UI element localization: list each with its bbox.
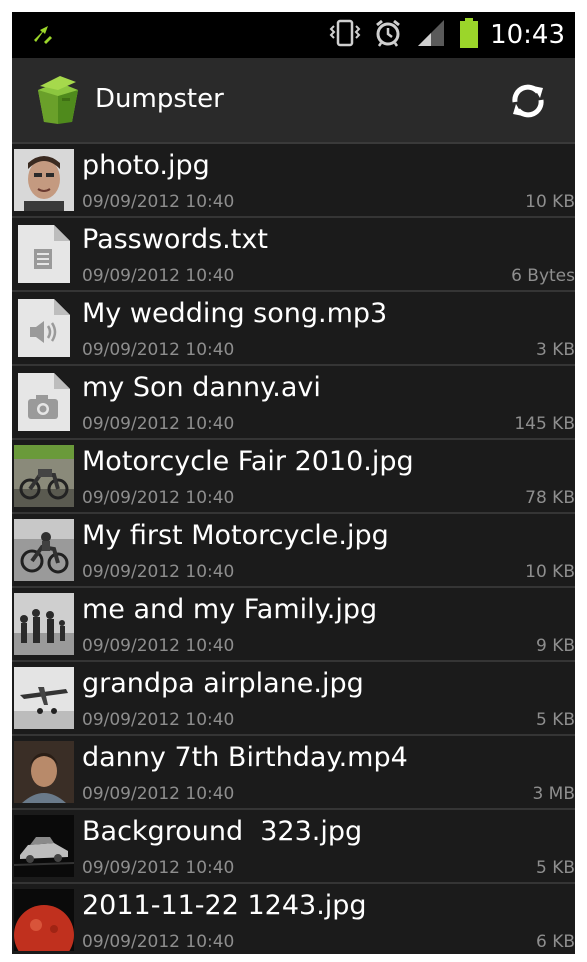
vibrate-icon (328, 18, 362, 52)
file-size: 145 KB (514, 414, 575, 434)
list-item[interactable]: me and my Family.jpg 09/09/2012 10:40 9 … (12, 588, 575, 662)
list-item[interactable]: my Son danny.avi 09/09/2012 10:40 145 KB (12, 366, 575, 440)
file-size: 6 KB (535, 932, 575, 952)
list-item[interactable]: Motorcycle Fair 2010.jpg 09/09/2012 10:4… (12, 440, 575, 514)
clock: 10:43 (490, 20, 565, 50)
file-name: me and my Family.jpg (82, 594, 378, 625)
signal-icon (414, 18, 448, 52)
family-photo-thumbnail (14, 593, 74, 655)
list-item[interactable]: photo.jpg 09/09/2012 10:40 10 KB (12, 144, 575, 218)
list-item[interactable]: My first Motorcycle.jpg 09/09/2012 10:40… (12, 514, 575, 588)
file-date: 09/09/2012 10:40 (82, 266, 235, 286)
file-name: Passwords.txt (82, 224, 268, 255)
motorcycle-bw-photo-thumbnail (14, 519, 74, 581)
file-name: My wedding song.mp3 (82, 298, 388, 329)
list-item[interactable]: Passwords.txt 09/09/2012 10:40 6 Bytes (12, 218, 575, 292)
red-planet-photo-thumbnail (14, 889, 74, 951)
file-size: 78 KB (525, 488, 575, 508)
file-size: 9 KB (535, 636, 575, 656)
file-date: 09/09/2012 10:40 (82, 414, 235, 434)
file-date: 09/09/2012 10:40 (82, 192, 235, 212)
status-bar: 10:43 (12, 12, 575, 58)
dumpster-logo-icon (32, 74, 84, 130)
face-photo-thumbnail (14, 149, 74, 211)
file-size: 6 Bytes (511, 266, 575, 286)
app-title: Dumpster (95, 84, 224, 114)
video-file-icon (14, 371, 74, 433)
file-date: 09/09/2012 10:40 (82, 636, 235, 656)
file-size: 10 KB (525, 192, 575, 212)
file-name: 2011-11-22 1243.jpg (82, 890, 367, 921)
file-name: danny 7th Birthday.mp4 (82, 742, 408, 773)
file-date: 09/09/2012 10:40 (82, 784, 235, 804)
list-item[interactable]: My wedding song.mp3 09/09/2012 10:40 3 K… (12, 292, 575, 366)
list-item[interactable]: grandpa airplane.jpg 09/09/2012 10:40 5 … (12, 662, 575, 736)
battery-icon (460, 18, 479, 52)
usb-debug-icon (30, 22, 56, 52)
file-date: 09/09/2012 10:40 (82, 562, 235, 582)
refresh-icon[interactable] (507, 80, 549, 126)
portrait-photo-thumbnail (14, 741, 74, 803)
airplane-photo-thumbnail (14, 667, 74, 729)
text-file-icon (14, 223, 74, 285)
file-date: 09/09/2012 10:40 (82, 932, 235, 952)
file-date: 09/09/2012 10:40 (82, 710, 235, 730)
file-name: Motorcycle Fair 2010.jpg (82, 446, 414, 477)
phone-screen: 10:43 Dumpster photo.jpg 09/09/2012 10:4… (12, 12, 575, 954)
file-name: photo.jpg (82, 150, 210, 181)
motorcycle-photo-thumbnail (14, 445, 74, 507)
file-list: photo.jpg 09/09/2012 10:40 10 KB Passwor… (12, 144, 575, 954)
list-item[interactable]: danny 7th Birthday.mp4 09/09/2012 10:40 … (12, 736, 575, 810)
file-name: grandpa airplane.jpg (82, 668, 364, 699)
file-date: 09/09/2012 10:40 (82, 858, 235, 878)
file-size: 3 MB (532, 784, 575, 804)
file-name: My first Motorcycle.jpg (82, 520, 389, 551)
file-date: 09/09/2012 10:40 (82, 488, 235, 508)
list-item[interactable]: 2011-11-22 1243.jpg 09/09/2012 10:40 6 K… (12, 884, 575, 954)
list-item[interactable]: Background 323.jpg 09/09/2012 10:40 5 KB (12, 810, 575, 884)
file-size: 5 KB (535, 858, 575, 878)
file-name: my Son danny.avi (82, 372, 321, 403)
audio-file-icon (14, 297, 74, 359)
file-size: 3 KB (535, 340, 575, 360)
file-date: 09/09/2012 10:40 (82, 340, 235, 360)
file-name: Background 323.jpg (82, 816, 363, 847)
file-size: 5 KB (535, 710, 575, 730)
file-size: 10 KB (525, 562, 575, 582)
alarm-icon (374, 18, 402, 52)
car-dark-photo-thumbnail (14, 815, 74, 877)
app-bar: Dumpster (12, 58, 575, 144)
